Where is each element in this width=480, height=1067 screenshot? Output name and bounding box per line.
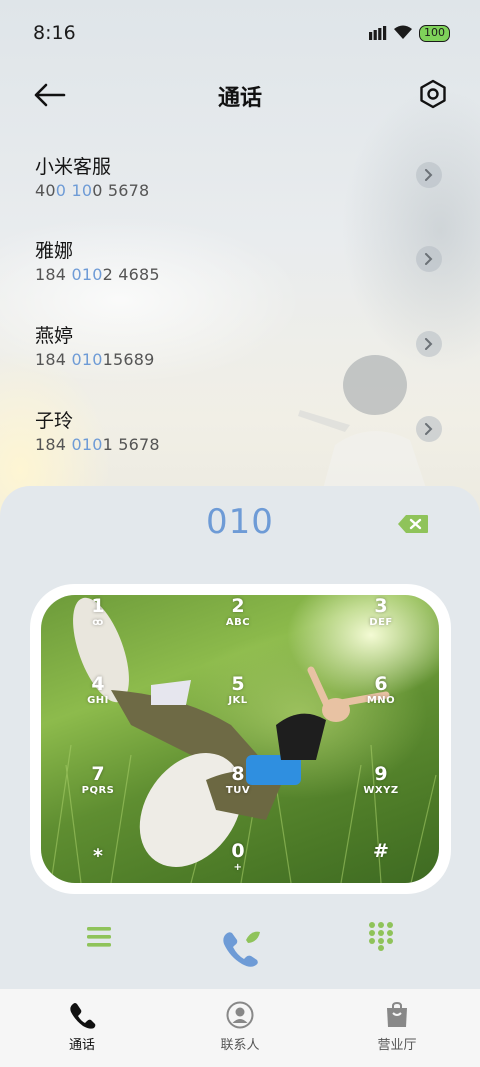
contact-number: 184 0102 4685 (35, 265, 160, 284)
status-time: 8:16 (33, 22, 76, 44)
contacts-icon (226, 1001, 254, 1029)
contact-number: 184 0101 5678 (35, 435, 160, 454)
battery-indicator: 100 (419, 25, 450, 42)
keypad-key-8[interactable]: 8 TUV (208, 763, 268, 796)
keypad-key-6[interactable]: 6 MNO (351, 673, 411, 706)
keypad-key-7[interactable]: 7 PQRS (68, 763, 128, 796)
keypad-key-4[interactable]: 4 GHI (68, 673, 128, 706)
keypad-key-2[interactable]: 2 ABC (208, 595, 268, 628)
contact-row[interactable]: 子玲 184 0101 5678 (0, 406, 480, 486)
keypad-key-9[interactable]: 9 WXYZ (351, 763, 411, 796)
tab-label: 联系人 (220, 1038, 260, 1053)
contact-row[interactable]: 雅娜 184 0102 4685 (0, 236, 480, 316)
chevron-right-icon (425, 253, 433, 265)
contact-detail-button[interactable] (416, 331, 442, 357)
bottom-tab-bar: 通话 联系人 营业厅 (0, 989, 480, 1067)
phone-icon (70, 1003, 96, 1029)
contact-name: 小米客服 (35, 156, 112, 178)
contact-row[interactable]: 燕婷 184 01015689 (0, 321, 480, 401)
keypad-key-hash[interactable]: # (351, 840, 411, 862)
contact-detail-button[interactable] (416, 162, 442, 188)
chevron-right-icon (425, 338, 433, 350)
contact-detail-button[interactable] (416, 246, 442, 272)
contact-name: 燕婷 (35, 325, 74, 347)
contact-row[interactable]: 小米客服 400 100 5678 (0, 152, 480, 232)
signal-icon (369, 26, 387, 40)
settings-hexagon-icon[interactable] (418, 79, 448, 109)
call-button-icon[interactable] (220, 928, 262, 968)
dialpad-icon[interactable] (368, 921, 394, 951)
tab-label: 通话 (68, 1038, 95, 1053)
backspace-icon[interactable] (397, 514, 429, 534)
contact-detail-button[interactable] (416, 416, 442, 442)
tab-calls[interactable]: 通话 (22, 989, 142, 1067)
contact-number: 184 01015689 (35, 350, 155, 369)
page-title: 通话 (217, 86, 262, 111)
keypad-key-3[interactable]: 3 DEF (351, 595, 411, 628)
keypad-key-5[interactable]: 5 JKL (208, 673, 268, 706)
shopping-bag-icon (387, 1001, 407, 1027)
keypad: 1ꝏ 2 ABC 3 DEF 4 GHI 5 JKL 6 MNO 7 PQRS 8 TUV 9… (41, 595, 439, 883)
contact-name: 雅娜 (35, 240, 74, 262)
chevron-right-icon (425, 169, 433, 181)
keypad-key-star[interactable]: * (68, 845, 128, 867)
tab-store[interactable]: 营业厅 (337, 989, 457, 1067)
keypad-key-1[interactable]: 1ꝏ (68, 595, 128, 628)
status-bar: 8:16 100 (0, 0, 480, 66)
keypad-key-0[interactable]: 0 + (208, 840, 268, 873)
chevron-right-icon (425, 423, 433, 435)
tab-label: 营业厅 (377, 1038, 417, 1053)
wifi-icon (394, 25, 412, 39)
tab-contacts[interactable]: 联系人 (180, 989, 300, 1067)
contact-name: 子玲 (35, 410, 74, 432)
menu-icon[interactable] (86, 925, 112, 949)
contact-number: 400 100 5678 (35, 181, 150, 200)
